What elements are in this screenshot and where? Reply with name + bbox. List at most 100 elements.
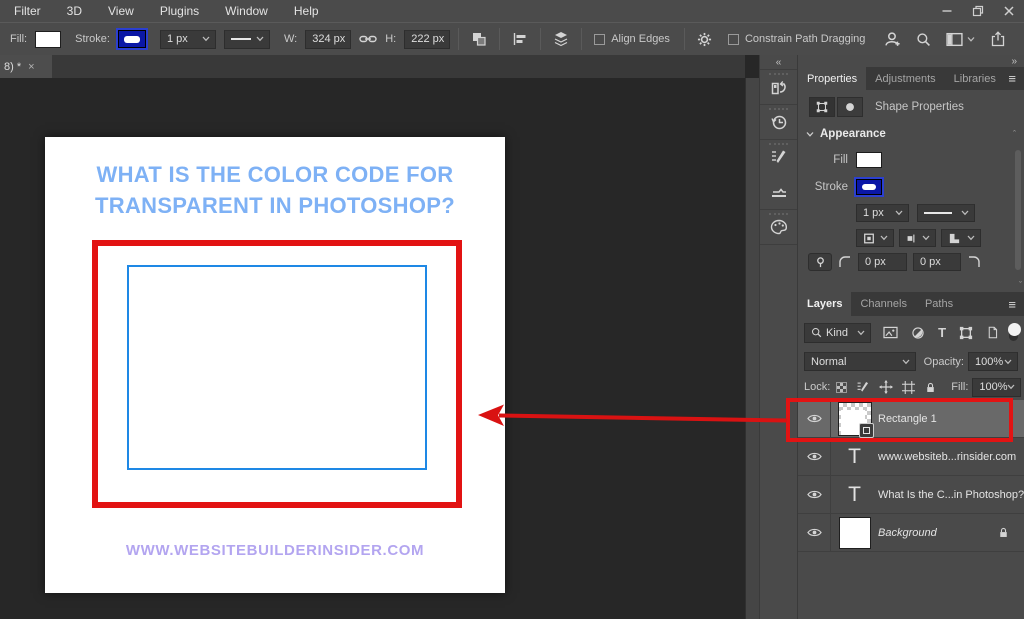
share-icon[interactable]: [990, 31, 1006, 47]
stroke-style-select[interactable]: [224, 30, 270, 49]
restore-icon[interactable]: [962, 0, 993, 21]
menu-3d[interactable]: 3D: [67, 4, 82, 18]
fill-swatch[interactable]: [35, 31, 61, 48]
opacity-label: Opacity:: [924, 356, 964, 368]
stroke-align-select[interactable]: [856, 229, 894, 247]
brush-settings-panel-icon[interactable]: [760, 139, 797, 174]
visibility-eye-icon[interactable]: [798, 476, 831, 513]
tab-libraries[interactable]: Libraries: [945, 67, 1005, 90]
stroke-style-select[interactable]: [917, 204, 975, 222]
constrain-path-dragging-checkbox[interactable]: Constrain Path Dragging: [728, 33, 865, 45]
filter-adjustment-layers-icon[interactable]: [911, 326, 925, 340]
history-panel-icon[interactable]: [760, 104, 797, 139]
height-input[interactable]: 222 px: [404, 30, 450, 49]
tab-layers[interactable]: Layers: [798, 292, 851, 316]
visibility-eye-icon[interactable]: [798, 438, 831, 475]
blend-mode-select[interactable]: Normal: [804, 352, 916, 371]
lock-all-icon[interactable]: [924, 381, 937, 394]
properties-scrollbar-thumb[interactable]: [1015, 150, 1021, 270]
panel-menu-icon[interactable]: ≡: [1008, 67, 1024, 90]
path-operations-icon[interactable]: [471, 31, 487, 47]
layer-thumbnail[interactable]: [831, 402, 878, 436]
canvas-pasteboard[interactable]: WHAT IS THE COLOR CODE FORTRANSPARENT IN…: [0, 78, 745, 619]
tab-channels[interactable]: Channels: [851, 292, 915, 316]
menu-plugins[interactable]: Plugins: [160, 4, 199, 18]
path-alignment-icon[interactable]: [512, 32, 528, 46]
lock-image-pixels-icon[interactable]: [856, 380, 870, 394]
filter-type-layers-icon[interactable]: T: [938, 325, 946, 340]
stroke-swatch[interactable]: [856, 179, 882, 195]
mask-properties-icon[interactable]: [837, 97, 863, 117]
fill-swatch[interactable]: [856, 152, 882, 168]
gear-icon[interactable]: [697, 32, 712, 47]
panel-menu-icon[interactable]: ≡: [1008, 292, 1024, 316]
layer-name[interactable]: What Is the C...in Photoshop?: [878, 489, 1024, 501]
radius-top-right-input[interactable]: 0 px: [913, 253, 961, 271]
menu-view[interactable]: View: [108, 4, 134, 18]
stroke-cap-select[interactable]: [899, 229, 936, 247]
transform-properties-icon[interactable]: [809, 97, 835, 117]
document-tab[interactable]: 8) * ×: [0, 55, 52, 78]
shape-layer-badge-icon: [859, 423, 874, 438]
filter-smart-object-icon[interactable]: [986, 326, 999, 339]
layer-row-background[interactable]: Background: [798, 514, 1024, 552]
layer-name[interactable]: Rectangle 1: [878, 413, 937, 425]
lock-position-icon[interactable]: [879, 380, 893, 394]
menu-help[interactable]: Help: [294, 4, 319, 18]
color-palette-panel-icon[interactable]: [760, 209, 797, 244]
visibility-eye-icon[interactable]: [798, 514, 831, 551]
chevron-down-icon: [922, 236, 930, 241]
layer-filtering-toggle[interactable]: [1009, 324, 1018, 341]
search-icon[interactable]: [916, 32, 931, 47]
collapse-dock-arrows[interactable]: «: [760, 55, 797, 69]
stroke-width-select[interactable]: 1 px: [160, 30, 216, 49]
lock-icon: [997, 526, 1010, 539]
layer-row-url-text[interactable]: T www.websiteb...rinsider.com: [798, 438, 1024, 476]
appearance-section-header[interactable]: Appearance ˆ: [806, 128, 1016, 140]
layer-row-heading-text[interactable]: T What Is the C...in Photoshop?: [798, 476, 1024, 514]
layer-thumbnail[interactable]: T: [831, 445, 878, 469]
filter-pixel-layers-icon[interactable]: [883, 326, 898, 339]
checkbox-box: [594, 34, 605, 45]
tab-properties[interactable]: Properties: [798, 67, 866, 90]
tab-adjustments[interactable]: Adjustments: [866, 67, 945, 90]
chevron-down-icon: [895, 211, 903, 216]
align-edges-checkbox[interactable]: Align Edges: [594, 33, 670, 45]
layer-thumbnail[interactable]: T: [831, 483, 878, 507]
canvas-scrollbar[interactable]: [745, 78, 759, 619]
window-controls: [931, 0, 1024, 21]
layer-name[interactable]: www.websiteb...rinsider.com: [878, 451, 1016, 463]
width-input[interactable]: 324 px: [305, 30, 351, 49]
menu-filter[interactable]: Filter: [14, 4, 41, 18]
layer-name[interactable]: Background: [878, 527, 937, 539]
layer-row-rectangle-1[interactable]: Rectangle 1: [798, 400, 1024, 438]
lock-transparent-pixels-icon[interactable]: [836, 382, 847, 393]
layer-thumbnail[interactable]: [831, 517, 878, 549]
path-arrangement-icon[interactable]: [553, 31, 569, 47]
radius-top-left-input[interactable]: 0 px: [858, 253, 907, 271]
menu-window[interactable]: Window: [225, 4, 268, 18]
minimize-icon[interactable]: [931, 0, 962, 21]
document-canvas[interactable]: WHAT IS THE COLOR CODE FORTRANSPARENT IN…: [45, 137, 505, 593]
link-dimensions-icon[interactable]: [359, 33, 377, 45]
panel-scroll-up-icon[interactable]: ˆ: [1013, 129, 1016, 139]
stroke-swatch[interactable]: [118, 30, 146, 48]
collapse-dock-arrows-right[interactable]: »: [798, 55, 1024, 67]
share-image-icon[interactable]: [884, 31, 901, 48]
close-icon[interactable]: [993, 0, 1024, 21]
filter-kind-select[interactable]: Kind: [804, 323, 871, 343]
brushes-panel-icon[interactable]: [760, 174, 797, 209]
fill-input[interactable]: 100%: [972, 378, 1021, 397]
stroke-join-select[interactable]: [941, 229, 981, 247]
lock-artboard-icon[interactable]: [902, 381, 915, 394]
opacity-input[interactable]: 100%: [968, 352, 1018, 371]
link-radius-icon[interactable]: [808, 253, 832, 271]
workspace-switcher[interactable]: [946, 32, 975, 47]
tab-close-icon[interactable]: ×: [28, 61, 34, 73]
panel-scroll-down-icon[interactable]: ˇ: [1019, 280, 1022, 290]
snapshot-panel-icon[interactable]: [760, 69, 797, 104]
filter-shape-layers-icon[interactable]: [959, 326, 973, 340]
tab-paths[interactable]: Paths: [916, 292, 962, 316]
stroke-width-select[interactable]: 1 px: [856, 204, 909, 222]
visibility-eye-icon[interactable]: [798, 400, 831, 437]
